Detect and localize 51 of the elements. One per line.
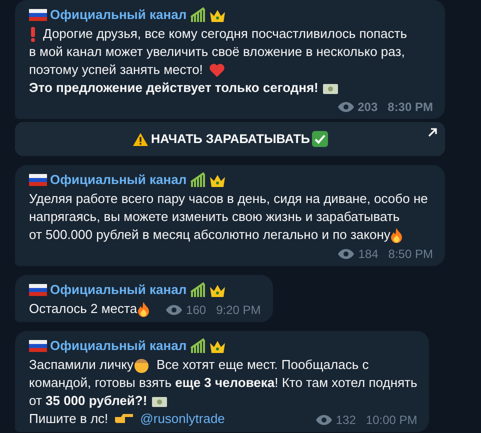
message-time: 10:00 PM	[366, 412, 418, 428]
view-count: 160	[186, 302, 206, 318]
view-count: 132	[336, 412, 356, 428]
message-time: 8:50 PM	[388, 246, 433, 262]
chart-icon	[190, 7, 206, 23]
crown-icon	[208, 282, 226, 298]
message-text: командой, готовы взять еще 3 человека! Кто там хотел поднять	[29, 374, 418, 392]
message-text: Это предложение действует только сегодня!	[29, 79, 318, 97]
warning-icon	[132, 132, 150, 146]
eye-icon	[166, 305, 182, 315]
channel-name: Официальный канал	[50, 281, 187, 299]
exclamation-icon	[29, 26, 37, 42]
message-text: в мой канал может увеличить своё вложение в несколько раз,	[29, 43, 405, 61]
eye-icon	[338, 249, 354, 259]
eye-icon	[338, 102, 354, 112]
message-text: поэтому успей занять место!	[29, 61, 203, 79]
message-time: 9:20 PM	[216, 302, 261, 318]
chart-icon	[190, 338, 206, 354]
fire-icon	[390, 227, 404, 243]
crown-icon	[208, 8, 226, 22]
message-text: Заспамили личку	[29, 356, 134, 374]
message-text: от 35 000 рублей?!	[29, 392, 148, 410]
message-text: от 500.000 рублей в месяц абсолютно легально и по закону	[29, 226, 390, 244]
message-time: 8:30 PM	[388, 99, 433, 115]
flag-icon	[29, 340, 47, 352]
crown-icon	[208, 338, 226, 354]
username-link[interactable]: @rusonlytrade	[140, 410, 225, 428]
flag-icon	[29, 9, 47, 21]
external-link-icon	[428, 128, 437, 137]
channel-name: Официальный канал	[50, 337, 187, 355]
check-icon	[312, 131, 328, 147]
crown-icon	[208, 172, 226, 188]
fire-icon	[137, 301, 150, 317]
face-icon	[133, 357, 150, 373]
message-text: Дорогие друзья, все кому сегодня посчастливилось попасть	[43, 25, 407, 43]
message-text: Пишите в лс!	[29, 410, 108, 428]
view-count: 203	[358, 99, 378, 115]
flag-icon	[29, 284, 47, 296]
flag-icon	[29, 174, 47, 186]
eye-icon	[316, 415, 332, 425]
heart-icon	[208, 62, 225, 78]
message-text: напрягаясь, вы можете изменить свою жизнь и зарабатывать	[29, 208, 400, 226]
message-text: Осталось 2 места	[29, 300, 138, 318]
action-button[interactable]: НАЧАТЬ ЗАРАБАТЫВАТЬ	[15, 122, 445, 156]
message-text: Уделяя работе всего пару часов в день, сидя на диване, особо не	[29, 190, 428, 208]
view-count: 184	[358, 246, 378, 262]
channel-name: Официальный канал	[50, 171, 187, 189]
message-text: Все хотят еще мест. Пообщалась с	[156, 356, 369, 374]
channel-name: Официальный канал	[50, 6, 187, 24]
chart-icon	[190, 282, 206, 298]
chart-icon	[190, 172, 206, 188]
